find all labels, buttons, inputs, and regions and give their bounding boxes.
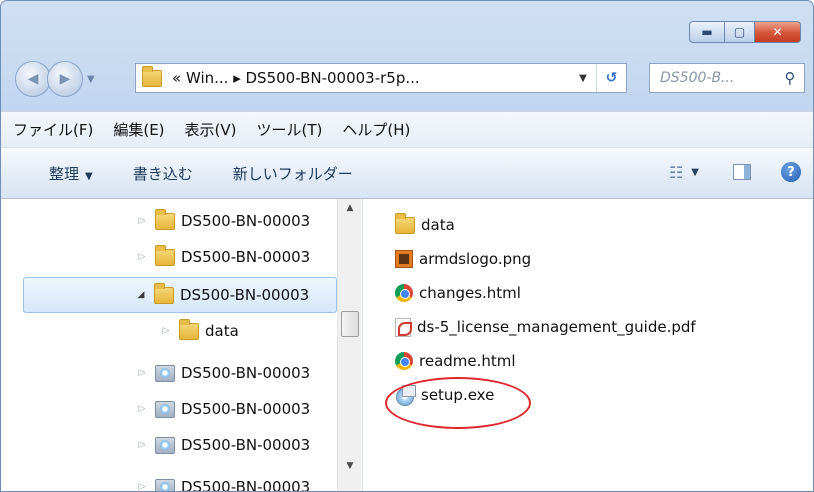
organize-label: 整理: [49, 164, 80, 183]
back-button[interactable]: ◀: [15, 61, 51, 97]
tree-item-selected[interactable]: ◢ DS500-BN-00003: [23, 277, 337, 313]
chevron-down-icon: ▼: [85, 170, 93, 182]
png-file-icon: [395, 250, 413, 268]
forward-arrow-icon: ▶: [59, 71, 71, 87]
menu-tools[interactable]: ツール(T): [257, 119, 323, 140]
file-item[interactable]: data: [395, 209, 455, 241]
file-name: data: [421, 216, 455, 234]
tree-item[interactable]: ▷ DS500-BN-00003: [1, 469, 337, 492]
address-dropdown-button[interactable]: ▼: [570, 73, 596, 84]
folder-icon: [154, 282, 174, 304]
folder-icon: [179, 318, 199, 340]
expand-arrow-icon[interactable]: ▷: [135, 252, 149, 262]
maximize-button[interactable]: ▢: [725, 21, 755, 43]
scrollbar-thumb[interactable]: [341, 311, 359, 337]
file-item[interactable]: ds-5_license_management_guide.pdf: [395, 311, 696, 343]
file-name: changes.html: [419, 284, 521, 302]
folder-icon: [155, 244, 175, 266]
menu-bar: ファイル(F) 編集(E) 表示(V) ツール(T) ヘルプ(H): [1, 111, 813, 147]
preview-pane-icon[interactable]: [733, 164, 751, 180]
chrome-html-icon: [395, 284, 413, 302]
recent-pages-dropdown[interactable]: ▼: [87, 74, 95, 85]
collapse-arrow-icon[interactable]: ◢: [134, 290, 148, 300]
expand-arrow-icon[interactable]: ▷: [135, 440, 149, 450]
tree-item-label: DS500-BN-00003: [181, 212, 311, 230]
search-input[interactable]: DS500-B...: [650, 70, 776, 86]
tree-item[interactable]: ▷ DS500-BN-00003: [1, 203, 337, 239]
disc-image-icon: [155, 400, 175, 418]
file-item[interactable]: armdslogo.png: [395, 243, 531, 275]
caption-buttons: ▬ ▢ ✕: [689, 21, 801, 43]
minimize-icon: ▬: [701, 25, 713, 39]
tree-item[interactable]: ▷ DS500-BN-00003: [1, 391, 337, 427]
organize-button[interactable]: 整理 ▼: [49, 163, 93, 184]
tree-item[interactable]: ▷ DS500-BN-00003: [1, 427, 337, 463]
tree-item-label: DS500-BN-00003: [180, 286, 310, 304]
tree-item-label: DS500-BN-00003: [181, 364, 311, 382]
chrome-html-icon: [395, 352, 413, 370]
address-bar[interactable]: « Win... ▸ DS500-BN-00003-r5p... ▼ ↺: [135, 63, 627, 93]
tree-item[interactable]: ▷ data: [1, 313, 337, 349]
menu-file[interactable]: ファイル(F): [13, 119, 93, 140]
change-view-icon[interactable]: ☷: [669, 163, 683, 182]
burn-button[interactable]: 書き込む: [133, 163, 193, 184]
menu-help[interactable]: ヘルプ(H): [342, 119, 410, 140]
scroll-down-arrow-icon[interactable]: ▼: [338, 461, 362, 479]
file-item[interactable]: readme.html: [395, 345, 516, 377]
tree-item[interactable]: ▷ DS500-BN-00003: [1, 355, 337, 391]
file-item[interactable]: changes.html: [395, 277, 521, 309]
explorer-window: ▬ ▢ ✕ ◀ ▶ ▼ « Win... ▸ DS500-BN-00003-r5…: [0, 0, 814, 492]
refresh-icon: ↺: [605, 70, 618, 86]
close-button[interactable]: ✕: [755, 21, 801, 43]
maximize-icon: ▢: [733, 25, 746, 39]
close-icon: ✕: [772, 25, 783, 39]
file-name: ds-5_license_management_guide.pdf: [417, 318, 696, 336]
tree-item-label: DS500-BN-00003: [181, 436, 311, 454]
pdf-file-icon: [395, 317, 412, 337]
disc-image-icon: [155, 364, 175, 382]
file-name: readme.html: [419, 352, 516, 370]
minimize-button[interactable]: ▬: [689, 21, 725, 43]
navigation-pane: ▷ DS500-BN-00003 ▷ DS500-BN-00003 ◢ DS50…: [1, 199, 363, 492]
address-path[interactable]: « Win... ▸ DS500-BN-00003-r5p...: [172, 69, 570, 87]
disc-image-icon: [155, 478, 175, 491]
view-options-dropdown[interactable]: ▼: [691, 167, 699, 178]
command-bar: 整理 ▼ 書き込む 新しいフォルダー ☷ ▼ ?: [1, 147, 813, 199]
new-folder-button[interactable]: 新しいフォルダー: [233, 163, 353, 184]
help-icon[interactable]: ?: [781, 162, 801, 182]
folder-icon: [155, 208, 175, 230]
expand-arrow-icon[interactable]: ▷: [135, 404, 149, 414]
expand-arrow-icon[interactable]: ▷: [135, 216, 149, 226]
tree-item-label: DS500-BN-00003: [181, 478, 311, 492]
search-icon[interactable]: ⚲: [776, 69, 804, 87]
back-arrow-icon: ◀: [27, 71, 39, 87]
file-name: armdslogo.png: [419, 250, 532, 268]
folder-icon: [142, 65, 162, 87]
menu-edit[interactable]: 編集(E): [113, 119, 164, 140]
search-box[interactable]: DS500-B... ⚲: [649, 63, 805, 93]
tree-scrollbar[interactable]: ▲ ▼: [337, 199, 362, 491]
tree-item-label: DS500-BN-00003: [181, 248, 311, 266]
menu-view[interactable]: 表示(V): [185, 119, 237, 140]
folder-icon: [395, 212, 415, 234]
expand-arrow-icon[interactable]: ▷: [135, 368, 149, 378]
tree-item-label: DS500-BN-00003: [181, 400, 311, 418]
toolbar-right: ☷ ▼ ?: [669, 162, 801, 182]
navigation-buttons: ◀ ▶ ▼: [15, 59, 95, 99]
highlight-annotation-ellipse: [385, 377, 531, 429]
expand-arrow-icon[interactable]: ▷: [135, 482, 149, 491]
tree-item[interactable]: ▷ DS500-BN-00003: [1, 239, 337, 275]
scroll-up-arrow-icon[interactable]: ▲: [338, 203, 362, 221]
forward-button[interactable]: ▶: [47, 61, 83, 97]
expand-arrow-icon[interactable]: ▷: [159, 326, 173, 336]
tree-item-label: data: [205, 322, 239, 340]
disc-image-icon: [155, 436, 175, 454]
file-list-pane: data armdslogo.png changes.html ds-5_lic…: [363, 199, 813, 491]
refresh-button[interactable]: ↺: [596, 64, 626, 92]
